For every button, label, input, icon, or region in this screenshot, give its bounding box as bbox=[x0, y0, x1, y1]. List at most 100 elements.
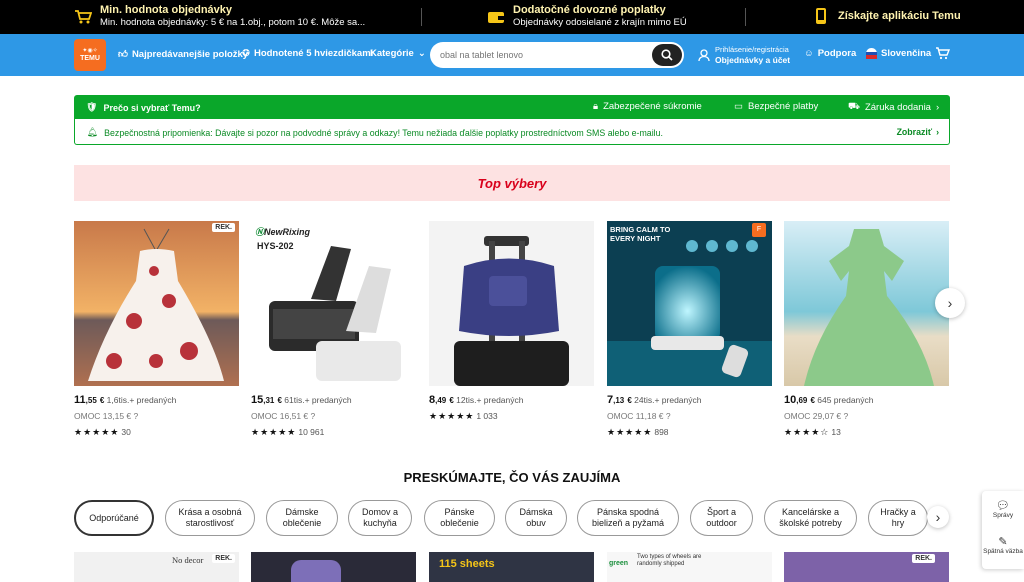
explore-title: PRESKÚMAJTE, ČO VÁS ZAUJÍMA bbox=[403, 470, 621, 485]
product-thumbnail[interactable]: No decor REK. bbox=[74, 552, 239, 582]
price-dec: ,55 bbox=[85, 396, 97, 405]
chip-sport-outdoor[interactable]: Šport a outdoor bbox=[690, 500, 753, 536]
feedback-button[interactable]: ✎ Spätná väzba bbox=[982, 535, 1024, 555]
review-count: 13 bbox=[831, 427, 841, 437]
thumbs-up-icon: 👍︎ bbox=[118, 49, 128, 60]
notice-more-link[interactable]: Zobraziť › bbox=[897, 127, 939, 137]
product-card[interactable]: ⓃNewRixing HYS-202 15,31 € 61tis.+ preda… bbox=[251, 221, 416, 438]
chip-beauty[interactable]: Krása a osobná starostlivosť bbox=[165, 500, 255, 536]
stars-icon: ★★★★☆ bbox=[784, 427, 830, 437]
help-icon[interactable]: ? bbox=[134, 411, 139, 421]
promo-bar: Min. hodnota objednávky Min. hodnota obj… bbox=[0, 0, 1024, 34]
ad-badge[interactable]: REK. bbox=[912, 554, 935, 563]
privacy-item[interactable]: 🔒︎ Zabezpečené súkromie bbox=[593, 101, 702, 112]
wallet-icon bbox=[487, 8, 505, 26]
bestsellers-link[interactable]: 👍︎ Najpredávanejšie položky bbox=[118, 48, 248, 61]
product-thumbnail[interactable]: green Two types of wheels are randomly s… bbox=[607, 552, 772, 582]
thumb-green-label: green bbox=[609, 560, 629, 567]
chips-next-button[interactable]: › bbox=[927, 506, 949, 528]
bell-icon: 🔔︎ bbox=[87, 127, 99, 137]
min-order-promo[interactable]: Min. hodnota objednávky Min. hodnota obj… bbox=[74, 4, 365, 29]
categories-label: Kategórie bbox=[370, 48, 414, 59]
rating: ★★★★★ 1 033 bbox=[429, 411, 594, 422]
five-stars-label: Hodnotené 5 hviezdičkami bbox=[253, 48, 374, 59]
currency: € bbox=[449, 396, 454, 405]
carousel-next-button[interactable]: › bbox=[935, 288, 965, 318]
price-int: 15 bbox=[251, 394, 264, 406]
price-row: 8,49 € 12tis.+ predaných bbox=[429, 394, 594, 406]
price: 8,49 € bbox=[429, 394, 454, 406]
feedback-label: Spätná väzba bbox=[983, 548, 1023, 555]
flash-sale-icon: F bbox=[752, 223, 766, 237]
chip-home-kitchen[interactable]: Domov a kuchyňa bbox=[348, 500, 412, 536]
security-notice: 🔔︎ Bezpečnostná pripomienka: Dávajte si … bbox=[74, 119, 950, 145]
currency: € bbox=[277, 396, 282, 405]
fees-title: Dodatočné dovozné poplatky bbox=[513, 4, 666, 16]
stars-icon: ★★★★★ bbox=[429, 411, 475, 421]
rrp-text: OMOC 11,18 € bbox=[607, 411, 664, 421]
chip-mens-clothing[interactable]: Pánske oblečenie bbox=[424, 500, 495, 536]
search-input[interactable] bbox=[440, 48, 650, 62]
brand-label: ⓃNewRixing bbox=[255, 225, 310, 238]
product-thumbnail[interactable] bbox=[251, 552, 416, 582]
truck-icon: ⛟ bbox=[848, 101, 860, 112]
chip-recommended[interactable]: Odporúčané bbox=[74, 500, 154, 536]
product-image[interactable]: ⓃNewRixing HYS-202 bbox=[251, 221, 416, 386]
rrp-price: OMOC 13,15 € ? bbox=[74, 411, 239, 421]
search-button[interactable] bbox=[652, 44, 682, 66]
rating: ★★★★★ 30 bbox=[74, 427, 239, 438]
chip-mens-underwear[interactable]: Pánska spodná bielizeň a pyžamá bbox=[577, 500, 679, 536]
stars-icon: ★★★★★ bbox=[607, 427, 653, 437]
image-overlay-text: BRING CALM TO EVERY NIGHT bbox=[610, 225, 671, 243]
support-link[interactable]: ☺ Podpora bbox=[804, 48, 856, 59]
ad-badge[interactable]: REK. bbox=[212, 554, 235, 563]
notice-text: Bezpečnostná pripomienka: Dávajte si poz… bbox=[104, 127, 663, 138]
payments-item[interactable]: ▭ Bezpečné platby bbox=[734, 101, 818, 112]
delivery-label: Záruka dodania bbox=[864, 101, 931, 113]
payments-label: Bezpečné platby bbox=[747, 101, 819, 112]
language-label: Slovenčina bbox=[881, 48, 932, 59]
help-icon[interactable]: ? bbox=[666, 411, 671, 421]
phone-icon bbox=[812, 7, 830, 25]
product-image[interactable] bbox=[429, 221, 594, 386]
product-thumbnail[interactable]: 115 sheets bbox=[429, 552, 594, 582]
price-row: 11,55 € 1,6tis.+ predaných bbox=[74, 394, 239, 406]
product-card[interactable]: BRING CALM TO EVERY NIGHT F 7,13 € 24tis… bbox=[607, 221, 772, 438]
messages-label: Správy bbox=[992, 512, 1014, 519]
chip-womens-clothing[interactable]: Dámske oblečenie bbox=[266, 500, 338, 536]
rating: ★★★★★ 898 bbox=[607, 427, 772, 438]
product-image[interactable]: REK. bbox=[74, 221, 239, 386]
app-promo[interactable]: Získajte aplikáciu Temu bbox=[812, 7, 961, 25]
min-order-subtitle: Min. hodnota objednávky: 5 € na 1.obj., … bbox=[100, 17, 366, 28]
product-thumbnail[interactable]: REK. bbox=[784, 552, 949, 582]
chat-icon: ☺ bbox=[804, 48, 814, 59]
chip-womens-shoes[interactable]: Dámska obuv bbox=[505, 500, 567, 536]
price-row: 15,31 € 61tis.+ predaných bbox=[251, 394, 416, 406]
thumb-text: Two types of wheels are randomly shipped bbox=[637, 554, 702, 567]
delivery-item[interactable]: ⛟ Záruka dodania › bbox=[848, 101, 939, 113]
side-tools-panel: 💬︎ Správy ✎ Spätná väzba bbox=[982, 491, 1024, 569]
search-icon bbox=[661, 49, 673, 61]
brand-logo-icon: Ⓝ bbox=[255, 227, 265, 237]
product-card[interactable]: 10,69 € 645 predaných OMOC 29,07 € ? ★★★… bbox=[784, 221, 949, 438]
product-image[interactable] bbox=[784, 221, 949, 386]
cart-button[interactable] bbox=[935, 46, 950, 60]
help-icon[interactable]: ? bbox=[844, 411, 849, 421]
help-icon[interactable]: ? bbox=[311, 411, 316, 421]
language-selector[interactable]: Slovenčina bbox=[866, 48, 931, 59]
temu-logo[interactable]: ✦◉✧ TEMU bbox=[74, 39, 106, 71]
product-card[interactable]: 8,49 € 12tis.+ predaných ★★★★★ 1 033 bbox=[429, 221, 594, 422]
account-menu[interactable]: Prihlásenie/registrácia Objednávky a úče… bbox=[698, 45, 790, 65]
product-card[interactable]: REK. 11,55 € 1,6tis.+ predaných OMOC 13,… bbox=[74, 221, 239, 438]
message-icon: 💬︎ bbox=[996, 500, 1010, 512]
fees-promo[interactable]: Dodatočné dovozné poplatky Objednávky od… bbox=[487, 4, 687, 29]
chip-office-school[interactable]: Kancelárske a školské potreby bbox=[764, 500, 857, 536]
thumb-text: 115 sheets bbox=[439, 558, 495, 570]
categories-menu[interactable]: Kategórie ⌄ bbox=[370, 48, 426, 59]
messages-button[interactable]: 💬︎ Správy bbox=[982, 499, 1024, 519]
slovakia-flag-icon bbox=[866, 48, 877, 59]
chip-toys-games[interactable]: Hračky a hry bbox=[868, 500, 928, 536]
five-stars-link[interactable]: ✪ Hodnotené 5 hviezdičkami bbox=[242, 48, 373, 59]
product-image[interactable]: BRING CALM TO EVERY NIGHT F bbox=[607, 221, 772, 386]
ad-badge[interactable]: REK. bbox=[212, 223, 235, 232]
